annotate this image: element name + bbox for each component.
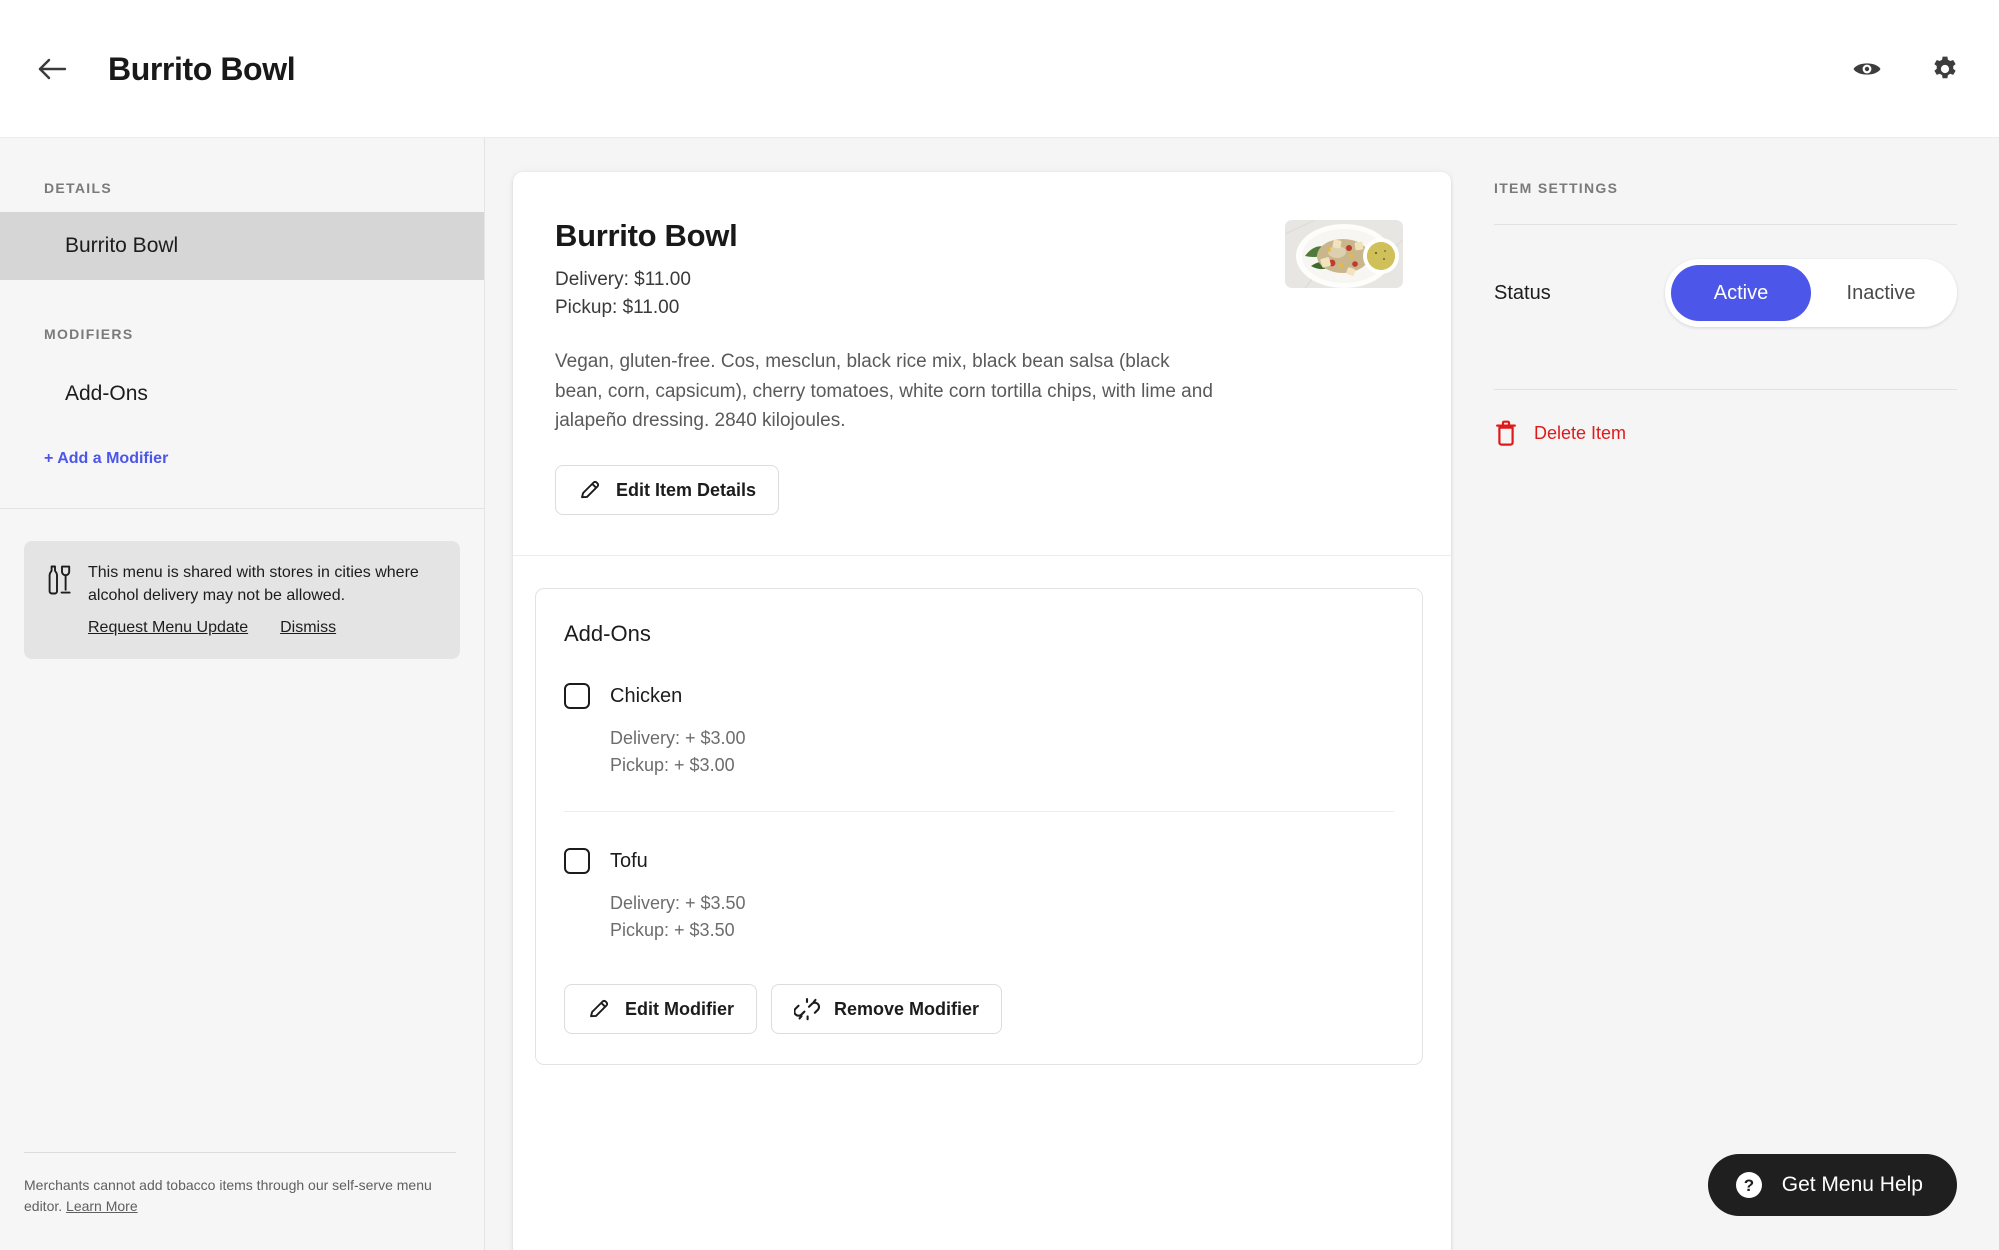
pencil-icon [590,1000,609,1018]
svg-text:?: ? [1744,1176,1754,1195]
item-name: Burrito Bowl [555,218,738,253]
delete-item-button[interactable]: Delete Item [1494,390,1957,446]
edit-item-details-label: Edit Item Details [616,479,757,500]
request-menu-update-link[interactable]: Request Menu Update [88,619,248,637]
main-content: Burrito Bowl Delivery: $11.00 Pickup: $1… [485,138,1454,1250]
sidebar-footer: Merchants cannot add tobacco items throu… [0,1152,484,1250]
settings-button[interactable] [1925,49,1965,89]
alcohol-notice: This menu is shared with stores in citie… [24,541,460,660]
edit-modifier-label: Edit Modifier [625,998,734,1019]
modifier-pickup-price: Pickup: + $3.50 [610,920,735,941]
modifier-option-name: Chicken [610,684,683,707]
menu-item-editor-page: Burrito Bowl DETAILS Burrito Bowl MODIFI… [0,0,1999,1250]
get-menu-help-button[interactable]: ? Get Menu Help [1707,1154,1957,1216]
sidebar-modifiers-label: MODIFIERS [44,326,134,342]
modifier-delivery-price: Delivery: + $3.50 [610,893,746,914]
page-title: Burrito Bowl [108,50,296,87]
sidebar-item-add-ons[interactable]: Add-Ons [0,360,484,428]
question-circle-icon: ? [1735,1172,1762,1198]
modifier-pickup-price: Pickup: + $3.00 [610,755,735,776]
item-delivery-price: Delivery: $11.00 [555,269,691,290]
sidebar: DETAILS Burrito Bowl MODIFIERS Add-Ons +… [0,138,485,1250]
trash-icon [1496,420,1516,446]
page-body: DETAILS Burrito Bowl MODIFIERS Add-Ons +… [0,138,1999,1250]
modifier-checkbox[interactable] [564,848,590,875]
app-header: Burrito Bowl [0,0,1999,138]
sidebar-details-label: DETAILS [44,180,112,196]
item-description: Vegan, gluten-free. Cos, mesclun, black … [555,351,1213,431]
header-actions [1847,49,1965,89]
status-row: Status Active Inactive [1494,225,1957,361]
modifier-option-name: Tofu [610,849,648,872]
modifier-delivery-price: Delivery: + $3.00 [610,728,746,749]
remove-modifier-label: Remove Modifier [834,998,980,1019]
gear-icon [1934,56,1956,79]
status-option-active[interactable]: Active [1671,265,1811,321]
modifier-group-title: Add-Ons [564,621,651,647]
sidebar-item-label: Add-Ons [65,382,148,405]
eye-icon [1853,63,1881,75]
dismiss-link[interactable]: Dismiss [280,619,336,637]
remove-modifier-button[interactable]: Remove Modifier [771,984,1003,1035]
preview-button[interactable] [1847,49,1887,89]
add-modifier-link[interactable]: + Add a Modifier [0,428,484,468]
bottle-and-glass-icon [44,561,72,637]
status-option-inactive[interactable]: Inactive [1811,265,1951,321]
arrow-left-icon [38,58,67,80]
status-toggle[interactable]: Active Inactive [1665,259,1957,327]
sidebar-item-label: Burrito Bowl [65,234,179,257]
notice-text: This menu is shared with stores in citie… [88,564,419,605]
pencil-icon [581,481,600,499]
item-settings-label: ITEM SETTINGS [1494,180,1619,196]
sidebar-item-burrito-bowl[interactable]: Burrito Bowl [0,212,484,280]
delete-item-label: Delete Item [1534,422,1627,443]
status-label: Status [1494,281,1551,304]
item-thumbnail [1285,220,1403,288]
item-settings-panel: ITEM SETTINGS Status Active Inactive Del… [1454,138,1999,1250]
modifier-checkbox[interactable] [564,683,590,710]
modifier-option-tofu: Tofu Delivery: + $3.50 Pickup: + $3.50 [564,812,1394,944]
edit-item-details-button[interactable]: Edit Item Details [555,465,780,516]
modifier-option-chicken: Chicken Delivery: + $3.00 Pickup: + $3.0… [564,647,1394,813]
edit-modifier-button[interactable]: Edit Modifier [564,984,757,1035]
modifier-group-add-ons: Add-Ons Chicken Delivery: + $3.00 Pickup… [535,588,1423,1066]
modifier-actions: Edit Modifier Remove Modifier [564,984,1394,1035]
notice-links: Request Menu Update Dismiss [88,619,438,637]
back-button[interactable] [26,43,78,95]
learn-more-link[interactable]: Learn More [66,1198,138,1214]
item-summary-section: Burrito Bowl Delivery: $11.00 Pickup: $1… [513,172,1451,557]
item-actions: Edit Item Details [555,465,1403,516]
sidebar-divider [0,508,484,509]
item-detail-card: Burrito Bowl Delivery: $11.00 Pickup: $1… [513,172,1451,1250]
item-pickup-price: Pickup: $11.00 [555,296,680,318]
footer-divider [24,1152,456,1154]
unlink-icon [794,998,820,1021]
get-menu-help-label: Get Menu Help [1781,1173,1923,1196]
